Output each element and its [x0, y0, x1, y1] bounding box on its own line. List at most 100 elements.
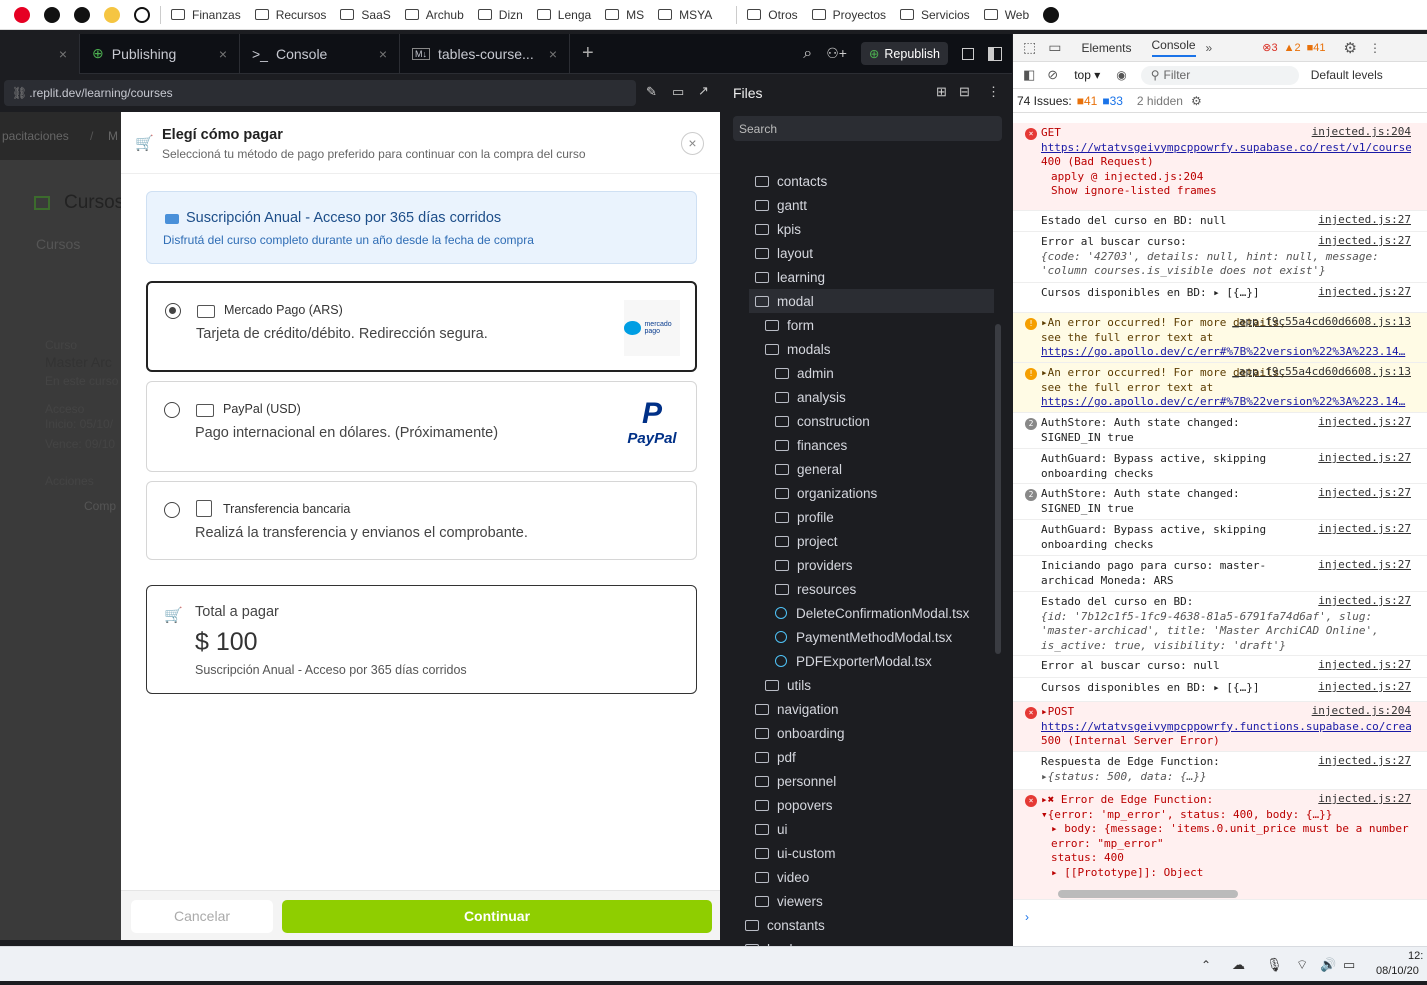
chevron-up-icon[interactable]: ⌃: [1201, 958, 1211, 972]
continue-button[interactable]: Continuar: [282, 900, 712, 933]
folder-item[interactable]: modals: [765, 337, 831, 361]
file-item[interactable]: PDFExporterModal.tsx: [775, 649, 932, 673]
device-toggle-icon[interactable]: ▭: [1048, 39, 1061, 56]
console-entry[interactable]: injected.js:27 Cursos disponibles en BD: …: [1013, 283, 1427, 313]
source-link[interactable]: injected.js:27: [1318, 658, 1411, 673]
source-link[interactable]: injected.js:204: [1312, 704, 1411, 719]
console-entry[interactable]: × injected.js:27 ▸✖ Error de Edge Function…: [1013, 790, 1427, 900]
log-link[interactable]: https://wtatvsgeivympcppowrfy.functions.…: [1041, 720, 1411, 735]
source-link[interactable]: injected.js:27: [1318, 415, 1411, 430]
tab-cursos[interactable]: Cursos: [36, 236, 80, 252]
folder-item[interactable]: general: [775, 457, 842, 481]
eye-icon[interactable]: ◉: [1116, 68, 1126, 82]
folder-item[interactable]: kpis: [755, 217, 801, 241]
files-scrollbar[interactable]: [995, 324, 1001, 654]
folder-item[interactable]: utils: [765, 673, 811, 697]
inspect-icon[interactable]: ⬚: [1023, 39, 1036, 56]
issues-info-count[interactable]: ■33: [1102, 94, 1123, 108]
open-external-icon[interactable]: ↗: [698, 83, 709, 99]
gear-icon[interactable]: ⚙: [1191, 94, 1202, 108]
pinterest-icon[interactable]: [14, 6, 30, 23]
cancel-button[interactable]: Cancelar: [131, 900, 273, 933]
cloud-icon[interactable]: ☁: [1232, 957, 1245, 973]
file-item[interactable]: DeleteConfirmationModal.tsx: [775, 601, 969, 625]
bookmark-app-icon[interactable]: [104, 6, 120, 23]
source-link[interactable]: injected.js:27: [1318, 680, 1411, 695]
folder-item[interactable]: video: [755, 865, 809, 889]
folder-item[interactable]: form: [765, 313, 814, 337]
console-entry[interactable]: injected.js:27 Cursos disponibles en BD: …: [1013, 678, 1427, 702]
republish-button[interactable]: ⊕ Republish: [860, 42, 948, 65]
bookmark-folder[interactable]: MSYA: [658, 8, 712, 22]
console-entry[interactable]: injected.js:27 Error al buscar curso: nul…: [1013, 656, 1427, 678]
new-folder-icon[interactable]: ⊟: [959, 84, 970, 100]
source-link[interactable]: injected.js:27: [1318, 792, 1411, 807]
console-entry[interactable]: 2 injected.js:27 AuthStore: Auth state cha…: [1013, 484, 1427, 520]
console-entry[interactable]: injected.js:27 Respuesta de Edge Function…: [1013, 752, 1427, 790]
clock-time[interactable]: 12:: [1408, 950, 1423, 962]
stop-icon[interactable]: [962, 47, 974, 60]
error-count-badge[interactable]: ⊗3: [1262, 41, 1277, 54]
source-link[interactable]: injected.js:27: [1318, 486, 1411, 501]
new-tab-button[interactable]: +: [570, 34, 606, 74]
console-entry[interactable]: × injected.js:204 ▸POST https://wtatvsgeivy…: [1013, 702, 1427, 752]
console-entry[interactable]: injected.js:27 Estado del curso en BD: {id…: [1013, 592, 1427, 656]
play-icon[interactable]: [134, 6, 150, 23]
log-link[interactable]: https://go.apollo.dev/c/err#%7B%22versio…: [1041, 395, 1411, 410]
sidebar-icon[interactable]: ◧: [1023, 67, 1035, 83]
microphone-icon[interactable]: 🎙: [1266, 957, 1283, 973]
source-link[interactable]: injected.js:27: [1318, 522, 1411, 537]
close-icon[interactable]: ×: [379, 46, 387, 62]
console-prompt[interactable]: ›: [1025, 910, 1029, 924]
console-entry[interactable]: injected.js:27 AuthGuard: Bypass active, …: [1013, 520, 1427, 556]
folder-item[interactable]: layout: [755, 241, 813, 265]
close-icon[interactable]: ×: [219, 46, 227, 62]
folder-item[interactable]: admin: [775, 361, 834, 385]
source-link[interactable]: injected.js:27: [1318, 213, 1411, 228]
payment-option-transfer[interactable]: Transferencia bancaria Realizá la transf…: [146, 481, 697, 560]
source-link[interactable]: injected.js:204: [1312, 125, 1411, 140]
log-link[interactable]: https://go.apollo.dev/c/err#%7B%22versio…: [1041, 345, 1411, 360]
files-search-input[interactable]: Search: [733, 116, 1002, 141]
url-input[interactable]: ⛓ .replit.dev/learning/courses: [4, 80, 636, 106]
folder-item[interactable]: organizations: [775, 481, 877, 505]
folder-item[interactable]: profile: [775, 505, 834, 529]
bookmark-folder[interactable]: Lenga: [536, 8, 591, 22]
source-link[interactable]: _app-f9c55a4cd60d6608.js:13: [1232, 315, 1411, 330]
folder-item[interactable]: pdf: [755, 745, 796, 769]
folder-item[interactable]: viewers: [755, 889, 823, 913]
folder-item[interactable]: project: [775, 529, 838, 553]
buy-button[interactable]: Comp: [84, 499, 116, 513]
close-icon[interactable]: ×: [549, 46, 557, 62]
close-button[interactable]: ×: [681, 132, 704, 155]
folder-item[interactable]: finances: [775, 433, 847, 457]
bookmark-app-icon[interactable]: [44, 6, 60, 23]
tab-elements[interactable]: Elements: [1081, 41, 1131, 55]
bookmark-folder[interactable]: Dizn: [477, 8, 523, 22]
log-link[interactable]: https://wtatvsgeivympcppowrfy.supabase.c…: [1041, 141, 1411, 156]
folder-item[interactable]: construction: [775, 409, 870, 433]
radio-mercadopago[interactable]: [165, 303, 181, 319]
warning-count-badge[interactable]: ▲2: [1284, 42, 1301, 54]
horizontal-scrollbar[interactable]: [1058, 890, 1238, 898]
log-detail[interactable]: Show ignore-listed frames: [1041, 184, 1411, 199]
folder-item[interactable]: ui: [755, 817, 788, 841]
info-count-badge[interactable]: ■41: [1307, 42, 1326, 54]
more-options-icon[interactable]: ⋮: [987, 84, 1000, 100]
folder-item[interactable]: learning: [755, 265, 825, 289]
folder-item[interactable]: constants: [745, 913, 825, 937]
radio-paypal[interactable]: [164, 402, 180, 418]
bookmark-folder[interactable]: Proyectos: [811, 8, 886, 22]
folder-item[interactable]: navigation: [755, 697, 839, 721]
close-icon[interactable]: ×: [59, 46, 67, 62]
gear-icon[interactable]: ⚙: [1343, 39, 1356, 57]
bookmark-folder[interactable]: MS: [605, 8, 644, 22]
sidebar-toggle-icon[interactable]: [988, 46, 1002, 61]
log-levels-select[interactable]: Default levels: [1311, 68, 1383, 82]
context-select[interactable]: top ▾: [1074, 68, 1100, 82]
volume-icon[interactable]: 🔊: [1320, 957, 1336, 973]
clock-date[interactable]: 08/10/20: [1376, 965, 1419, 977]
tab-markdown[interactable]: M↓ tables-course... ×: [400, 33, 570, 74]
wrench-icon[interactable]: ✎: [646, 84, 657, 100]
clear-console-icon[interactable]: ⊘: [1047, 67, 1058, 83]
